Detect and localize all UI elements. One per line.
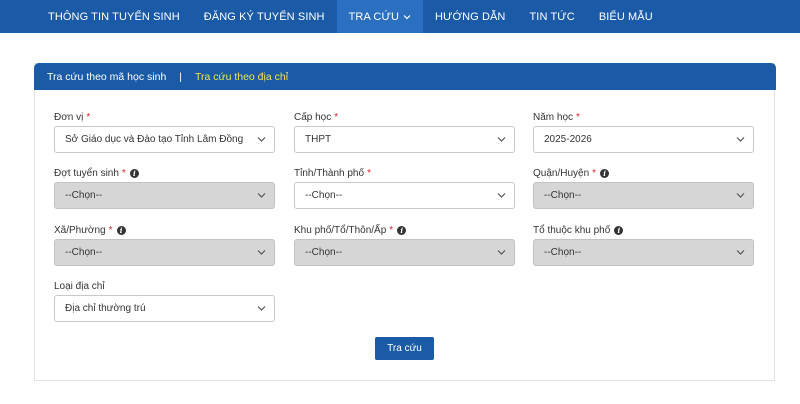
quan-huyen-value: --Chọn-- [544,190,582,201]
required-mark: * [592,167,597,179]
tinh-thanh-pho-label: Tỉnh/Thành phố [294,167,365,179]
xa-phuong-label: Xã/Phường [54,224,106,236]
chevron-down-icon [403,13,411,21]
info-icon[interactable]: i [116,225,126,235]
dot-tuyen-sinh-label: Đợt tuyển sinh [54,167,119,179]
nam-hoc-select[interactable]: 2025-2026 [533,126,754,153]
info-icon[interactable]: i [129,168,139,178]
nav-item-label: HƯỚNG DẪN [435,10,506,23]
khu-pho-value: --Chọn-- [305,247,343,258]
to-thuoc-khu-pho-select[interactable]: --Chọn-- [533,239,754,266]
cap-hoc-value: THPT [305,134,332,145]
cap-hoc-select[interactable]: THPT [294,126,515,153]
chevron-down-icon [497,137,506,142]
loai-dia-chi-label: Loại địa chỉ [54,280,105,292]
nav-item-bieu-mau[interactable]: BIỂU MẪU [587,0,665,33]
don-vi-label: Đơn vị [54,111,84,123]
search-tabs: Tra cứu theo mã học sinh | Tra cứu theo … [34,63,776,90]
nam-hoc-value: 2025-2026 [544,134,592,145]
chevron-down-icon [257,250,266,255]
loai-dia-chi-select[interactable]: Địa chỉ thường trú [54,295,275,322]
tab-address[interactable]: Tra cứu theo địa chỉ [195,71,288,83]
nav-item-tra-cuu[interactable]: TRA CỨU [336,0,424,33]
don-vi-select[interactable]: Sở Giáo dục và Đào tạo Tỉnh Lâm Đồng [54,126,275,153]
search-button[interactable]: Tra cứu [375,337,434,360]
info-icon[interactable]: i [600,168,610,178]
required-mark: * [367,167,371,179]
nam-hoc-label: Năm học [533,111,574,123]
info-icon[interactable]: i [614,225,624,235]
loai-dia-chi-value: Địa chỉ thường trú [65,303,146,314]
quan-huyen-select[interactable]: --Chọn-- [533,182,754,209]
chevron-down-icon [257,137,266,142]
required-mark: * [389,224,394,236]
required-mark: * [86,111,91,123]
nav-item-label: TRA CỨU [348,10,400,23]
nav-item-label: BIỂU MẪU [598,10,653,23]
nav-item-tin-tuc[interactable]: TIN TỨC [517,0,586,33]
khu-pho-label: Khu phố/Tổ/Thôn/Ấp [294,224,387,236]
chevron-down-icon [736,137,745,142]
chevron-down-icon [736,193,745,198]
tinh-thanh-pho-value: --Chọn-- [305,190,343,201]
chevron-down-icon [257,193,266,198]
chevron-down-icon [497,250,506,255]
nav-item-label: TIN TỨC [529,10,575,23]
info-icon[interactable]: i [397,225,407,235]
dot-tuyen-sinh-value: --Chọn-- [65,190,103,201]
nav-item-huong-dan[interactable]: HƯỚNG DẪN [423,0,517,33]
required-mark: * [334,111,339,123]
tinh-thanh-pho-select[interactable]: --Chọn-- [294,182,515,209]
cap-hoc-label: Cấp học [294,111,332,123]
chevron-down-icon [497,193,506,198]
to-thuoc-khu-pho-value: --Chọn-- [544,247,582,258]
to-thuoc-khu-pho-label: Tổ thuộc khu phố [533,224,611,236]
required-mark: * [121,167,126,179]
xa-phuong-value: --Chọn-- [65,247,103,258]
top-navigation: THÔNG TIN TUYỂN SINH ĐĂNG KÝ TUYỂN SINH … [0,0,800,33]
search-panel: Tra cứu theo mã học sinh | Tra cứu theo … [34,63,776,381]
quan-huyen-label: Quận/Huyện [533,167,590,179]
dot-tuyen-sinh-select[interactable]: --Chọn-- [54,182,275,209]
nav-item-label: THÔNG TIN TUYỂN SINH [48,10,180,23]
chevron-down-icon [736,250,745,255]
required-mark: * [576,111,580,123]
required-mark: * [108,224,113,236]
search-button-label: Tra cứu [387,343,422,354]
nav-item-thong-tin-tuyen-sinh[interactable]: THÔNG TIN TUYỂN SINH [36,0,192,33]
xa-phuong-select[interactable]: --Chọn-- [54,239,275,266]
nav-item-dang-ky-tuyen-sinh[interactable]: ĐĂNG KÝ TUYỂN SINH [192,0,337,33]
nav-item-label: ĐĂNG KÝ TUYỂN SINH [203,10,325,23]
tab-separator: | [179,70,183,83]
don-vi-value: Sở Giáo dục và Đào tạo Tỉnh Lâm Đồng [65,134,244,145]
chevron-down-icon [257,306,266,311]
tab-student-code[interactable]: Tra cứu theo mã học sinh [47,71,166,83]
khu-pho-select[interactable]: --Chọn-- [294,239,515,266]
